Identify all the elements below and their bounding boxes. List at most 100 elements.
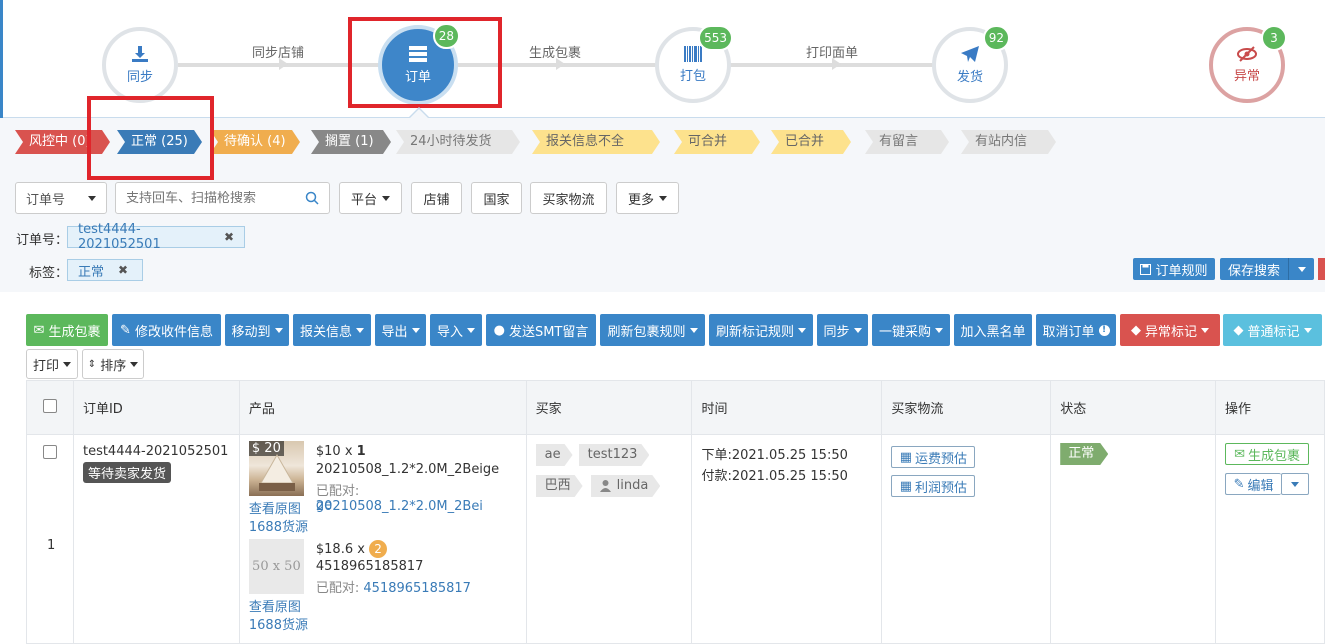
matched-label: 已配对: [315, 484, 360, 499]
country-button[interactable]: 国家 [471, 182, 522, 214]
left-accent-bar [0, 0, 3, 118]
sort-dropdown[interactable]: ⇕ 排序 [82, 349, 144, 379]
row-gen-package-button[interactable]: ✉ 生成包裹 [1225, 443, 1310, 465]
matched-sku-link[interactable]: 4518965185817 [363, 581, 471, 596]
tag-to-confirm[interactable]: 待确认 (4) [210, 130, 300, 154]
gen-package-button[interactable]: ✉ 生成包裹 [26, 314, 108, 346]
step-sync[interactable]: 同步 [102, 27, 178, 103]
refresh-package-rules-dropdown[interactable]: 刷新包裹规则 [600, 314, 705, 346]
row-edit-dropdown[interactable] [1281, 473, 1310, 495]
header-status: 状态 [1050, 380, 1217, 435]
status-badge: 正常 [1060, 443, 1108, 465]
button-label: 发送SMT留言 [508, 324, 589, 340]
connector-label: 生成包裹 [529, 46, 582, 61]
source-1688-link[interactable]: 1688货源 [249, 614, 308, 633]
print-dropdown[interactable]: 打印 [26, 349, 78, 379]
close-icon[interactable]: ✖ [118, 263, 128, 277]
view-image-link[interactable]: 查看原图 [249, 498, 301, 517]
tag-on-hold[interactable]: 搁置 (1) [311, 130, 391, 154]
button-label: 取消订单 [1042, 324, 1095, 340]
edit-icon: ✎ [120, 322, 131, 338]
checkbox-select-all[interactable] [43, 398, 57, 413]
product-sku: 20210508_1.2*2.0M_2Beige [315, 462, 500, 477]
import-dropdown[interactable]: 导入 [430, 314, 482, 346]
button-label: 修改收件信息 [134, 324, 213, 340]
matched-line: 已配对: 20210508_1.2*2.0M_2Bei [316, 480, 526, 514]
envelope-icon: ✉ [33, 322, 45, 338]
button-label: 异常标记 [1144, 324, 1197, 340]
chip-value: 正常 [78, 264, 105, 280]
blacklist-button[interactable]: 加入黑名单 [954, 314, 1032, 346]
chevron-down-icon [63, 361, 71, 367]
chevron-down-icon [382, 195, 390, 201]
tag-24h-ship[interactable]: 24小时待发货 (0) [396, 130, 520, 154]
paper-plane-icon [961, 46, 979, 62]
chevron-down-icon [1303, 327, 1312, 333]
refresh-mark-rules-dropdown[interactable]: 刷新标记规则 [709, 314, 813, 346]
cancel-order-button[interactable]: 取消订单! [1036, 314, 1116, 346]
customs-info-dropdown[interactable]: 报关信息 [293, 314, 371, 346]
price-text: $18.6 x [315, 542, 370, 557]
order-id[interactable]: test4444-2021052501 [83, 444, 239, 459]
chevron-down-icon [1291, 481, 1300, 487]
product-thumbnail-placeholder[interactable]: 50 x 50 [248, 539, 304, 594]
header-select-all[interactable] [26, 380, 74, 435]
source-1688-link[interactable]: 1688货源 [249, 516, 308, 535]
tag-merged[interactable]: 已合并 (1) [771, 130, 851, 154]
more-dropdown[interactable]: 更多 [616, 182, 679, 214]
payment-time: 付款:2021.05.25 15:50 [701, 469, 848, 484]
save-search-button[interactable]: 保存搜索 [1220, 258, 1314, 280]
search-icon[interactable] [305, 191, 319, 205]
filter-chip-order: test4444-2021052501 ✖ [67, 222, 245, 252]
download-icon [132, 46, 148, 62]
platform-dropdown[interactable]: 平台 [339, 182, 402, 214]
logistics-cell: ▦ 运费预估 ▦ 利润预估 [881, 434, 1052, 644]
order-status-label: 等待卖家发货 [82, 462, 171, 483]
chevron-down-icon [689, 327, 698, 333]
search-field-select[interactable]: 订单号 [15, 182, 107, 214]
buyer-logistics-button[interactable]: 买家物流 [530, 182, 607, 214]
step-ship[interactable]: 发货 92 [932, 25, 1010, 103]
header-time: 时间 [691, 380, 883, 435]
tag-has-station-mail[interactable]: 有站内信 (0) [961, 130, 1056, 154]
tag-mergeable[interactable]: 可合并 (5) [674, 130, 760, 154]
matched-line: 已配对: 4518965185817 [316, 577, 471, 596]
chevron-down-icon [935, 327, 943, 333]
row-edit-button[interactable]: ✎ 编辑 [1225, 473, 1282, 495]
envelope-icon: ✉ [1234, 446, 1245, 462]
order-rules-button[interactable]: 订单规则 [1133, 258, 1215, 280]
profit-estimate-button[interactable]: ▦ 利润预估 [891, 475, 976, 497]
search-box[interactable] [115, 182, 330, 214]
step-pack[interactable]: 打包 553 [655, 25, 733, 103]
row-checkbox[interactable] [43, 445, 57, 459]
export-dropdown[interactable]: 导出 [375, 314, 426, 346]
dropdown-label: 平台 [350, 192, 377, 208]
tag-icon: ◆ [1233, 322, 1244, 338]
count-badge: 553 [698, 25, 733, 51]
chevron-down-icon [798, 327, 806, 333]
clipped-button[interactable] [1318, 258, 1325, 280]
abnormal-mark-dropdown[interactable]: ◆ 异常标记 [1120, 314, 1220, 346]
view-image-link[interactable]: 查看原图 [249, 596, 301, 615]
search-input[interactable] [126, 190, 296, 206]
filter-order-label: 订单号： [16, 233, 69, 248]
barcode-icon [684, 46, 702, 62]
save-search-dropdown[interactable] [1288, 258, 1314, 280]
matched-sku-link[interactable]: 20210508_1.2*2.0M_2Bei [316, 499, 483, 514]
one-click-purchase-dropdown[interactable]: 一键采购 [872, 314, 950, 346]
move-to-dropdown[interactable]: 移动到 [225, 314, 289, 346]
tag-has-message[interactable]: 有留言 (0) [865, 130, 949, 154]
freight-estimate-button[interactable]: ▦ 运费预估 [891, 446, 976, 468]
edit-receiver-button[interactable]: ✎ 修改收件信息 [112, 314, 221, 346]
product-thumbnail[interactable]: $ 20 [248, 441, 304, 496]
step-label: 发货 [956, 70, 983, 85]
matched-sku-link-wrap[interactable]: ge [316, 498, 332, 513]
normal-mark-dropdown[interactable]: ◆ 普通标记 [1223, 314, 1322, 346]
sync-dropdown[interactable]: 同步 [817, 314, 868, 346]
connector-label: 打印面单 [806, 46, 859, 61]
step-exception[interactable]: 异常 3 [1209, 25, 1287, 103]
shop-button[interactable]: 店铺 [411, 182, 462, 214]
tag-customs-incomplete[interactable]: 报关信息不全 (16) [532, 130, 660, 154]
close-icon[interactable]: ✖ [224, 230, 234, 244]
send-smt-button[interactable]: ● 发送SMT留言 [486, 314, 596, 346]
